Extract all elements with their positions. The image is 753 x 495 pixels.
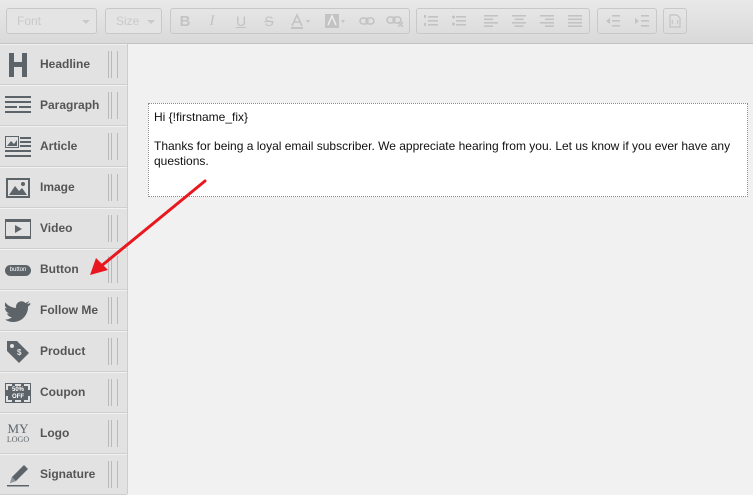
annotation-arrow-shaft <box>98 179 207 269</box>
annotation-arrow-head <box>90 258 108 275</box>
annotation-arrow <box>90 179 207 275</box>
